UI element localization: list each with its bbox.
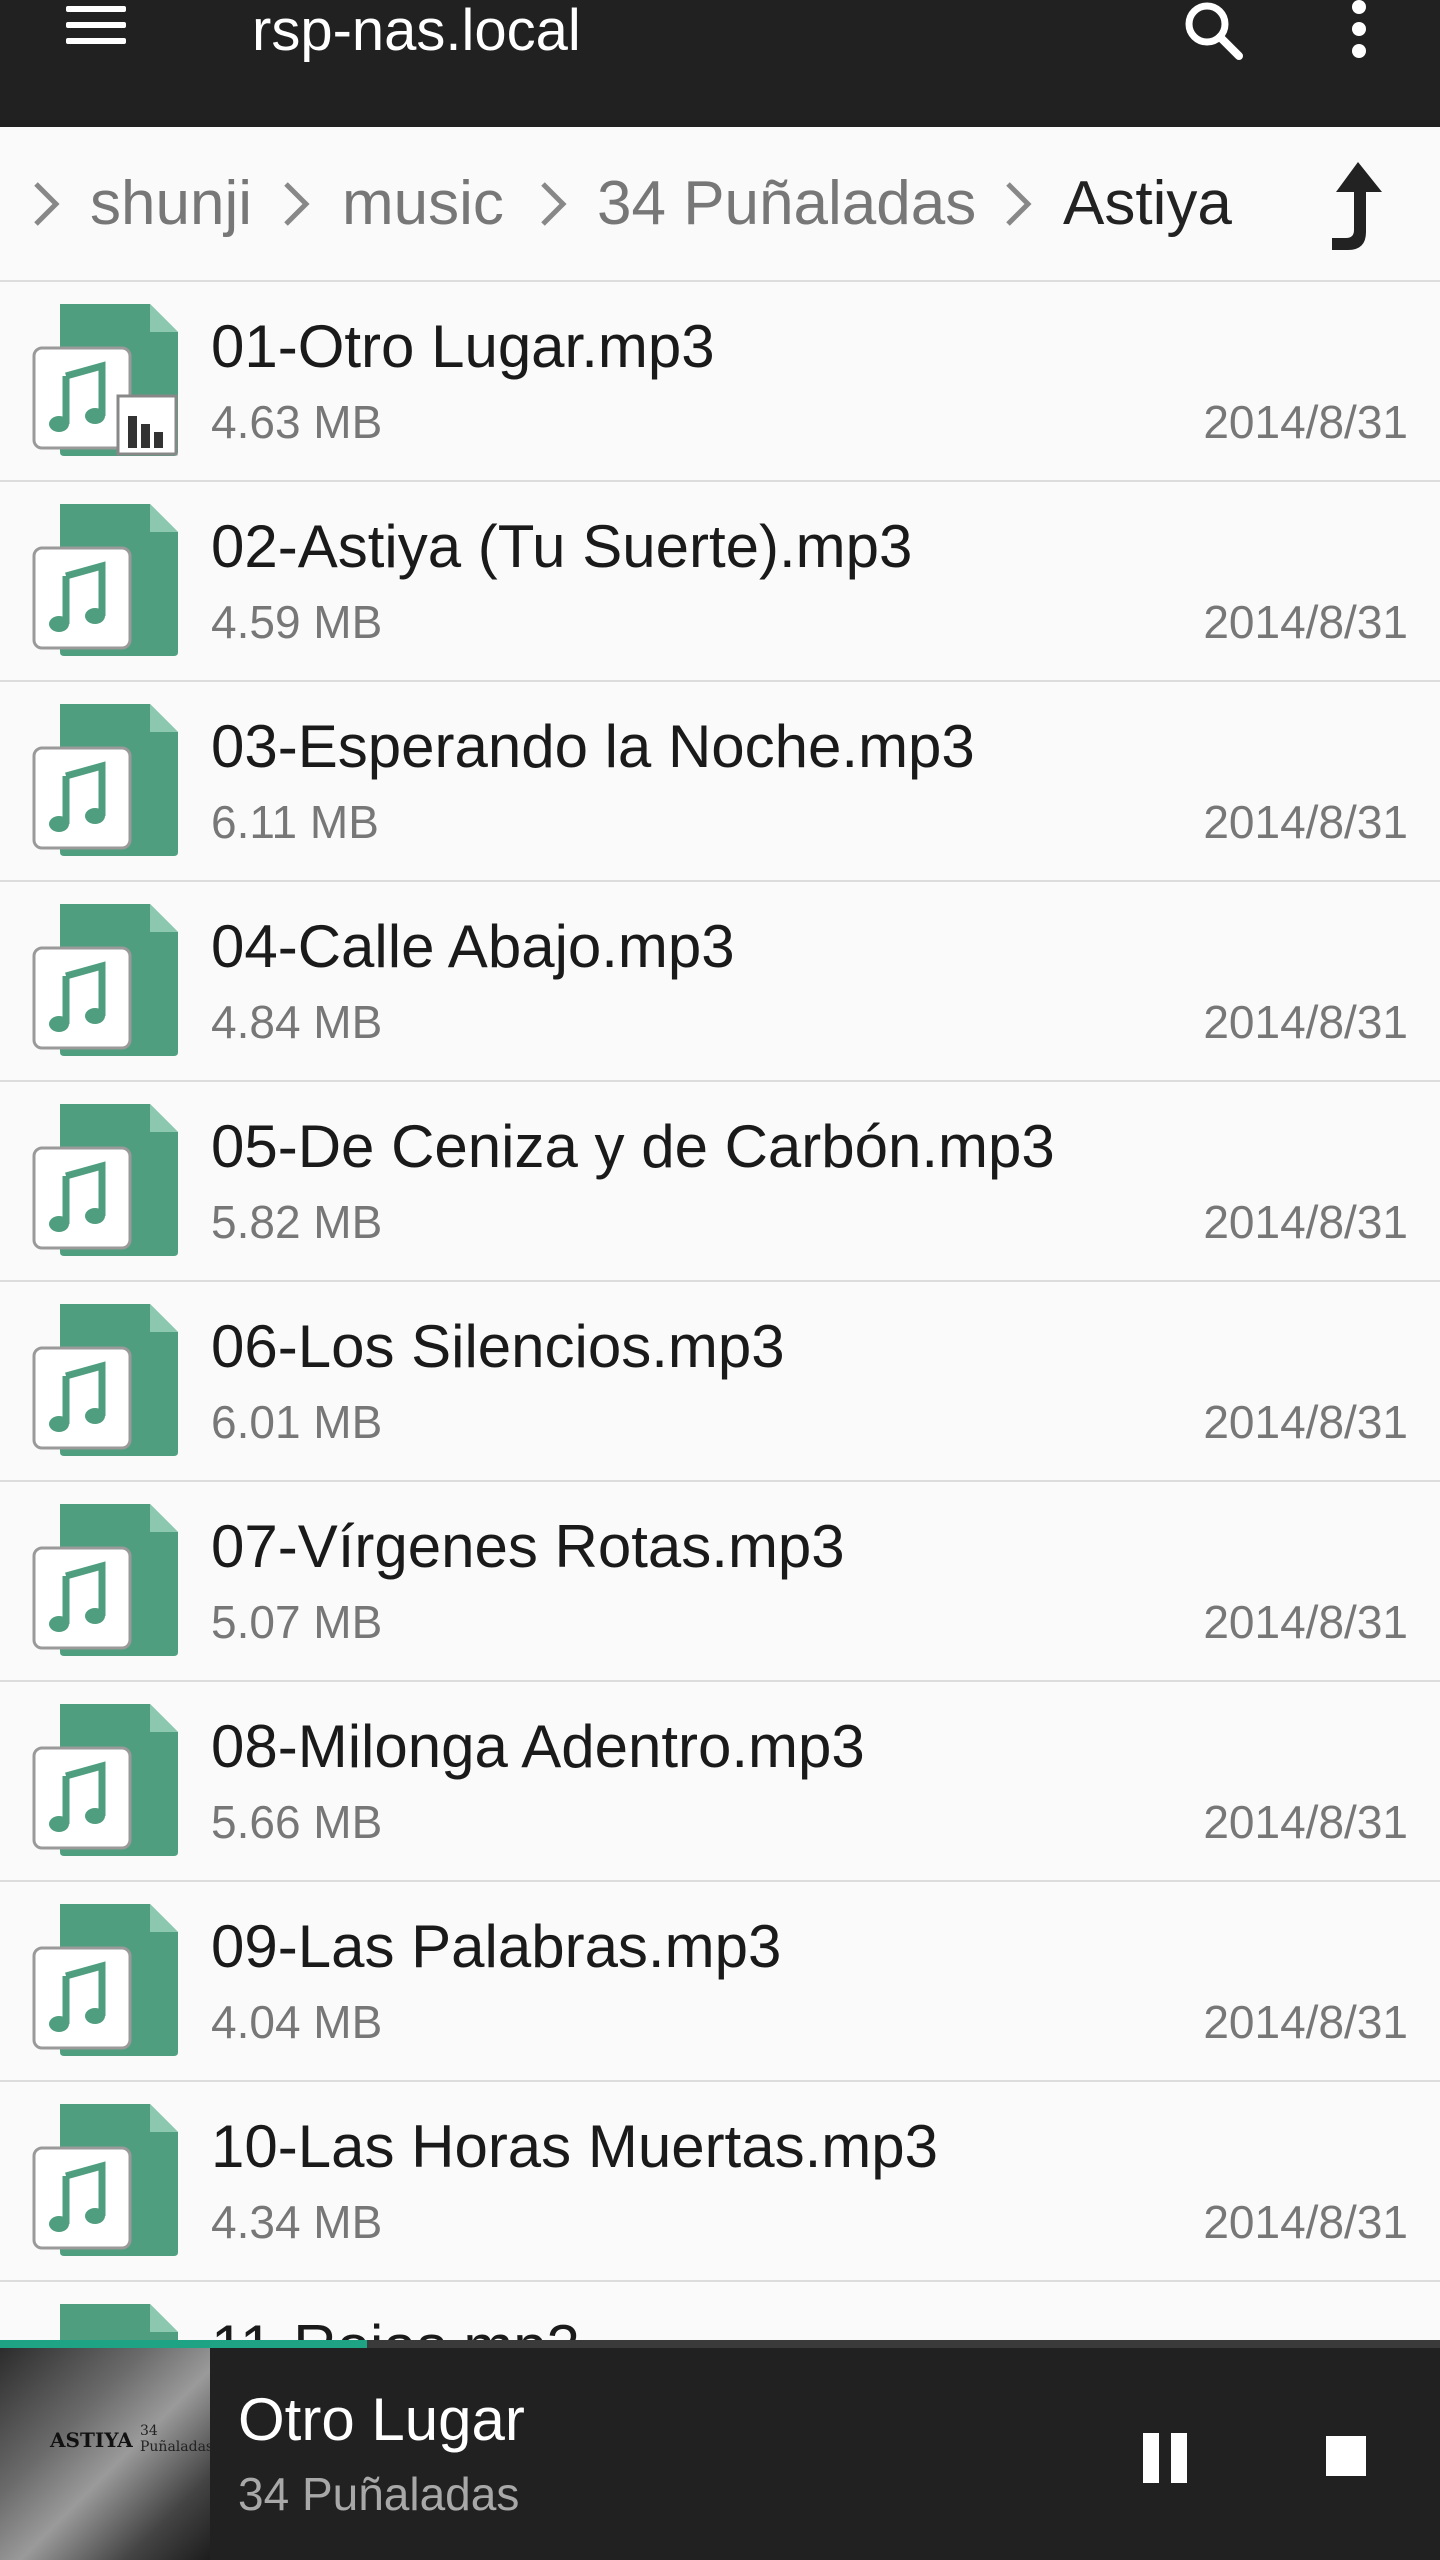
breadcrumb-item-music[interactable]: music	[342, 127, 504, 280]
more-vert-icon[interactable]	[1330, 0, 1390, 70]
stop-icon[interactable]	[1320, 2430, 1380, 2490]
app-title: rsp-nas.local	[252, 0, 581, 63]
menu-icon[interactable]	[58, 0, 138, 62]
file-size: 6.11 MB	[211, 796, 379, 848]
file-date: 2014/8/31	[1203, 996, 1408, 1048]
file-name: 03-Esperando la Noche.mp3	[211, 713, 975, 780]
chevron-right-icon	[34, 182, 60, 226]
file-size: 5.66 MB	[211, 1796, 383, 1848]
search-icon[interactable]	[1175, 0, 1255, 70]
track-title: Otro Lugar	[238, 2386, 525, 2453]
file-size: 4.84 MB	[211, 996, 383, 1048]
file-date: 2014/8/31	[1203, 1196, 1408, 1248]
file-name: 06-Los Silencios.mp3	[211, 1313, 785, 1380]
file-name: 01-Otro Lugar.mp3	[211, 313, 715, 380]
playback-progress-fill	[0, 2340, 368, 2348]
music-file-icon	[30, 700, 185, 860]
file-date: 2014/8/31	[1203, 796, 1408, 848]
file-list-item[interactable]: 07-Vírgenes Rotas.mp3 5.07 MB 2014/8/31	[0, 1482, 1440, 1683]
file-name: 09-Las Palabras.mp3	[211, 1913, 782, 1980]
file-list-item[interactable]: 11-Rojas.mp3	[0, 2282, 1440, 2340]
breadcrumb-item-album[interactable]: 34 Puñaladas	[597, 127, 976, 280]
music-file-icon	[30, 1900, 185, 2060]
file-list-item[interactable]: 05-De Ceniza y de Carbón.mp3 5.82 MB 2014/…	[0, 1082, 1440, 1283]
music-file-icon	[30, 2300, 185, 2340]
now-playing-bar[interactable]: ASTIYA 34 Puñaladas Otro Lugar 34 Puñala…	[0, 2340, 1440, 2560]
file-size: 4.59 MB	[211, 596, 383, 648]
file-list-item[interactable]: 06-Los Silencios.mp3 6.01 MB 2014/8/31	[0, 1282, 1440, 1483]
file-name: 10-Las Horas Muertas.mp3	[211, 2113, 938, 2180]
file-date: 2014/8/31	[1203, 596, 1408, 648]
file-date: 2014/8/31	[1203, 1996, 1408, 2048]
chevron-right-icon	[541, 182, 567, 226]
file-list-item[interactable]: 08-Milonga Adentro.mp3 5.66 MB 2014/8/31	[0, 1682, 1440, 1883]
album-cover: ASTIYA 34 Puñaladas	[0, 2348, 210, 2560]
pause-icon[interactable]	[1135, 2425, 1195, 2495]
file-list-item[interactable]: 04-Calle Abajo.mp3 4.84 MB 2014/8/31	[0, 882, 1440, 1083]
playback-progress-track[interactable]	[0, 2340, 1440, 2348]
up-arrow-icon[interactable]	[1310, 152, 1400, 262]
file-name: 05-De Ceniza y de Carbón.mp3	[211, 1113, 1055, 1180]
music-file-icon	[30, 1300, 185, 1460]
file-list-item[interactable]: 09-Las Palabras.mp3 4.04 MB 2014/8/31	[0, 1882, 1440, 2083]
file-name: 02-Astiya (Tu Suerte).mp3	[211, 513, 913, 580]
album-cover-logo: ASTIYA	[50, 2428, 133, 2452]
file-date: 2014/8/31	[1203, 2196, 1408, 2248]
file-name: 11-Rojas.mp3	[211, 2312, 580, 2340]
file-size: 4.63 MB	[211, 396, 383, 448]
chevron-right-icon	[1006, 182, 1032, 226]
file-date: 2014/8/31	[1203, 1796, 1408, 1848]
music-file-icon	[30, 1700, 185, 1860]
file-name: 08-Milonga Adentro.mp3	[211, 1713, 865, 1780]
top-app-bar: rsp-nas.local	[0, 0, 1440, 127]
album-cover-artist: 34 Puñaladas	[140, 2423, 210, 2455]
breadcrumb: shunji music 34 Puñaladas Astiya	[0, 127, 1440, 282]
breadcrumb-item-current[interactable]: Astiya	[1063, 127, 1232, 280]
breadcrumb-item-shunji[interactable]: shunji	[90, 127, 252, 280]
music-file-icon	[30, 900, 185, 1060]
file-date: 2014/8/31	[1203, 396, 1408, 448]
file-size: 5.82 MB	[211, 1196, 383, 1248]
file-list-item[interactable]: 01-Otro Lugar.mp3 4.63 MB 2014/8/31	[0, 282, 1440, 483]
music-file-icon	[30, 300, 185, 460]
file-name: 04-Calle Abajo.mp3	[211, 913, 735, 980]
music-file-icon	[30, 1100, 185, 1260]
file-size: 4.34 MB	[211, 2196, 383, 2248]
file-date: 2014/8/31	[1203, 1396, 1408, 1448]
file-list-item[interactable]: 10-Las Horas Muertas.mp3 4.34 MB 2014/8/31	[0, 2082, 1440, 2283]
track-artist: 34 Puñaladas	[238, 2468, 520, 2520]
chevron-right-icon	[284, 182, 310, 226]
file-list-item[interactable]: 03-Esperando la Noche.mp3 6.11 MB 2014/8/3…	[0, 682, 1440, 883]
file-list-item[interactable]: 02-Astiya (Tu Suerte).mp3 4.59 MB 2014/8/3…	[0, 482, 1440, 683]
music-file-icon	[30, 1500, 185, 1660]
file-size: 6.01 MB	[211, 1396, 383, 1448]
file-size: 5.07 MB	[211, 1596, 383, 1648]
file-date: 2014/8/31	[1203, 1596, 1408, 1648]
file-name: 07-Vírgenes Rotas.mp3	[211, 1513, 845, 1580]
music-file-icon	[30, 2100, 185, 2260]
file-size: 4.04 MB	[211, 1996, 383, 2048]
file-list: 01-Otro Lugar.mp3 4.63 MB 2014/8/31 02-Asti…	[0, 282, 1440, 2340]
music-file-icon	[30, 500, 185, 660]
